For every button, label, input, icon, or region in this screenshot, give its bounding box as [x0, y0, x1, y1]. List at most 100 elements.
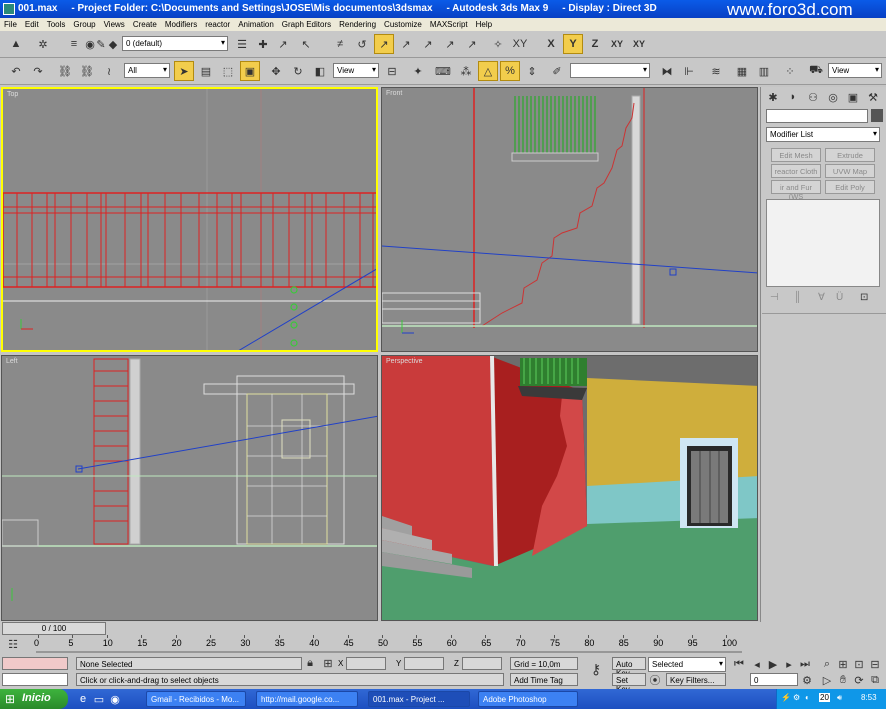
edit-mesh-button[interactable]: Edit Mesh: [771, 148, 821, 162]
axis-z-icon[interactable]: Z: [585, 34, 605, 54]
modifier-list-dropdown[interactable]: Modifier List: [766, 127, 880, 142]
utilities-tab-icon[interactable]: ⚒: [865, 89, 881, 105]
axis-constraint-icon-8[interactable]: ✧: [488, 34, 508, 54]
window-crossing-icon[interactable]: ▣: [240, 61, 260, 81]
rotate-icon[interactable]: ↻: [288, 61, 308, 81]
lock-selection-icon[interactable]: 🔒︎: [304, 656, 316, 670]
viewport-label-perspective[interactable]: Perspective: [386, 358, 423, 365]
task-photoshop[interactable]: Adobe Photoshop: [478, 691, 578, 707]
named-selection-icon[interactable]: ✐: [547, 61, 567, 81]
render-type-dropdown[interactable]: View: [828, 63, 882, 78]
layer-icon[interactable]: ≋: [706, 61, 726, 81]
snap-toggle-icon[interactable]: ⁂: [456, 61, 476, 81]
absolute-mode-icon[interactable]: ⊞: [322, 656, 334, 670]
redo-icon[interactable]: ↷: [28, 61, 48, 81]
unlink-icon[interactable]: ⛓: [77, 61, 97, 81]
app-icon[interactable]: [3, 3, 15, 15]
menu-modifiers[interactable]: Modifiers: [161, 18, 201, 29]
viewport-perspective[interactable]: Perspective: [381, 355, 758, 621]
axis-xy-icon[interactable]: XY: [510, 34, 530, 54]
go-to-start-icon[interactable]: ⏮: [732, 657, 746, 671]
graph-icon[interactable]: ✲: [33, 34, 53, 54]
pivot-center-icon[interactable]: ⊟: [382, 61, 402, 81]
maximize-viewport-icon[interactable]: ⧉: [868, 673, 882, 687]
select-layer-icon[interactable]: ↗: [273, 34, 293, 54]
z-coordinate-field[interactable]: [462, 657, 502, 670]
angle-snap-icon[interactable]: △: [478, 61, 498, 81]
layer-dropdown[interactable]: 0 (default): [122, 36, 228, 51]
viewport-front[interactable]: Front: [381, 87, 758, 352]
menu-file[interactable]: File: [0, 18, 21, 29]
tray-volume-icon[interactable]: 🔊︎: [837, 693, 842, 703]
extrude-button[interactable]: Extrude: [825, 148, 875, 162]
viewport-left[interactable]: Left: [1, 355, 378, 621]
schematic-view-icon[interactable]: ▥: [754, 61, 774, 81]
axis-x-icon[interactable]: X: [541, 34, 561, 54]
set-current-layer-icon[interactable]: ↖: [296, 34, 316, 54]
bind-space-warp-icon[interactable]: ≀: [99, 61, 119, 81]
tray-icon-1[interactable]: ⚡: [781, 693, 791, 702]
axis-constraint-icon-1[interactable]: ≠: [330, 34, 350, 54]
timeline-track[interactable]: [0, 622, 886, 656]
quick-launch-desktop-icon[interactable]: ▭: [92, 691, 106, 707]
menu-edit[interactable]: Edit: [21, 18, 43, 29]
next-frame-icon[interactable]: ▸: [782, 657, 796, 671]
axis-xy-cycle-icon[interactable]: XY: [629, 34, 649, 54]
time-configuration-icon[interactable]: ⚙: [800, 673, 814, 687]
reference-coord-dropdown[interactable]: View: [333, 63, 379, 78]
mirror-icon[interactable]: ⧓: [657, 61, 677, 81]
zoom-extents-icon[interactable]: ⊡: [852, 657, 866, 671]
default-tangent-icon[interactable]: ⦿: [648, 673, 662, 687]
menu-maxscript[interactable]: MAXScript: [426, 18, 472, 29]
maxscript-mini-listener[interactable]: [2, 673, 68, 686]
viewport-label-left[interactable]: Left: [6, 358, 18, 365]
play-icon[interactable]: ▶: [766, 657, 780, 671]
modifier-stack[interactable]: [766, 199, 880, 287]
viewport-top[interactable]: Top: [1, 87, 378, 352]
move-icon[interactable]: ✥: [266, 61, 286, 81]
menu-views[interactable]: Views: [100, 18, 129, 29]
zoom-extents-all-icon[interactable]: ⊟: [868, 657, 882, 671]
object-name-field[interactable]: [766, 109, 868, 123]
menu-animation[interactable]: Animation: [234, 18, 278, 29]
configure-modifier-sets-icon[interactable]: ⊡: [860, 292, 868, 303]
axis-constraint-icon-6[interactable]: ↗: [440, 34, 460, 54]
menu-create[interactable]: Create: [129, 18, 161, 29]
task-gmail[interactable]: Gmail - Recibidos - Mo...: [146, 691, 246, 707]
axis-constraint-icon-7[interactable]: ↗: [462, 34, 482, 54]
time-slider[interactable]: 0 / 100: [2, 622, 106, 635]
freeze-icon[interactable]: ✎: [95, 34, 107, 54]
axis-y-icon[interactable]: Y: [563, 34, 583, 54]
hierarchy-tab-icon[interactable]: ⚇: [805, 89, 821, 105]
tray-icon-2[interactable]: ⚙: [793, 693, 800, 702]
axis-constraint-icon-4[interactable]: ↗: [396, 34, 416, 54]
add-time-tag-button[interactable]: Add Time Tag: [510, 673, 578, 686]
edit-poly-button[interactable]: Edit Poly: [825, 180, 875, 194]
task-3dsmax[interactable]: 001.max - Project ...: [368, 691, 470, 707]
scale-icon[interactable]: ◧: [310, 61, 330, 81]
object-color-swatch[interactable]: [871, 109, 883, 122]
show-end-result-icon[interactable]: ║: [794, 292, 801, 303]
spinner-snap-icon[interactable]: ⇕: [522, 61, 542, 81]
y-coordinate-field[interactable]: [404, 657, 444, 670]
menu-group[interactable]: Group: [69, 18, 99, 29]
viewport-label-front[interactable]: Front: [386, 90, 402, 97]
key-mode-dropdown[interactable]: Selected: [648, 657, 726, 672]
maxscript-listener[interactable]: [2, 657, 68, 670]
auto-key-button[interactable]: Auto Key: [612, 657, 646, 678]
select-link-icon[interactable]: ⛓: [55, 61, 75, 81]
make-unique-icon[interactable]: ∀: [818, 292, 825, 303]
viewport-label-top[interactable]: Top: [7, 91, 18, 98]
task-mail-google[interactable]: http://mail.google.co...: [256, 691, 358, 707]
axis-xy-plane-icon[interactable]: XY: [607, 34, 627, 54]
menu-rendering[interactable]: Rendering: [335, 18, 380, 29]
modify-tab-icon[interactable]: ◗: [785, 89, 801, 105]
percent-snap-icon[interactable]: %: [500, 61, 520, 81]
render-scene-icon[interactable]: ⛟: [806, 61, 826, 81]
hair-and-fur-button[interactable]: ir and Fur (WS: [771, 180, 821, 201]
axis-constraint-icon-2[interactable]: ↺: [352, 34, 372, 54]
axis-constraint-icon-5[interactable]: ↗: [418, 34, 438, 54]
menu-tools[interactable]: Tools: [43, 18, 70, 29]
arc-rotate-icon[interactable]: ⟳: [852, 673, 866, 687]
uvw-map-button[interactable]: UVW Map: [825, 164, 875, 178]
